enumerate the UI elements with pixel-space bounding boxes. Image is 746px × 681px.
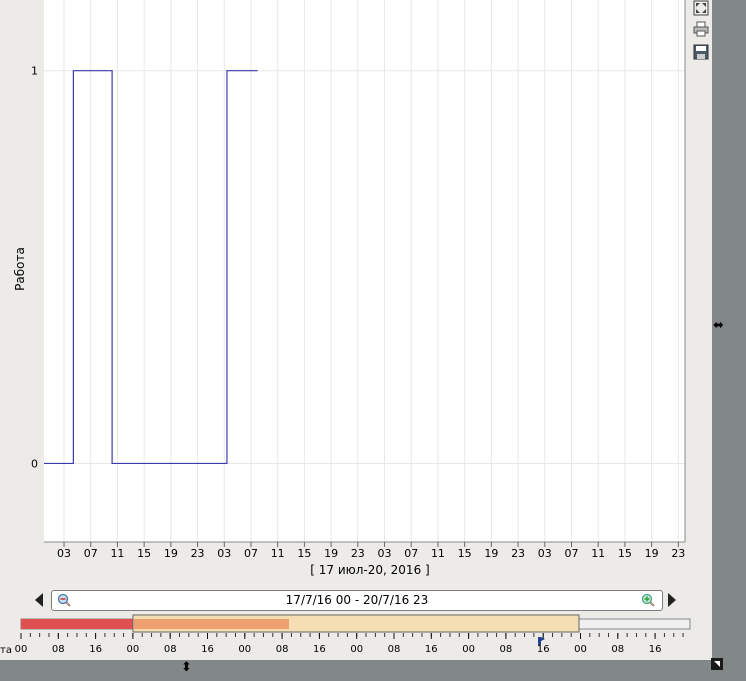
x-tick-label: 11 — [591, 547, 605, 560]
x-tick-label: 07 — [404, 547, 418, 560]
x-tick-label: 23 — [191, 547, 205, 560]
right-splitter[interactable] — [712, 0, 746, 681]
x-tick-label: 15 — [137, 547, 151, 560]
x-tick-label: 11 — [431, 547, 445, 560]
scroll-right-arrow[interactable] — [668, 593, 676, 607]
y-tick-label: 1 — [31, 65, 38, 78]
chart-svg: 0 1 03 07 11 15 19 23 03 07 11 15 19 23 03 07 11 15 19 23 03… — [31, 0, 686, 560]
x-tick-label: 03 — [378, 547, 392, 560]
timeline-tick-label: 16 — [425, 644, 438, 655]
timeline-tick-label: 00 — [15, 644, 28, 655]
timeline-tick-label: 16 — [201, 644, 214, 655]
y-tick-label: 0 — [31, 457, 38, 470]
x-tick-label: 07 — [564, 547, 578, 560]
x-tick-label: 15 — [618, 547, 632, 560]
x-tick-label: 19 — [324, 547, 338, 560]
timeline-tick-label: 16 — [537, 644, 550, 655]
timeline-tick-label: 16 — [649, 644, 662, 655]
x-tick-label: 11 — [110, 547, 124, 560]
side-label: та — [0, 645, 12, 656]
zoom-out-icon[interactable] — [57, 593, 71, 607]
timeline-tick-label: 08 — [500, 644, 513, 655]
x-tick-label: 15 — [458, 547, 472, 560]
x-tick-label: 19 — [645, 547, 659, 560]
x-tick-label: 03 — [57, 547, 71, 560]
timeline-tick-label: 08 — [52, 644, 65, 655]
x-tick-label: 03 — [538, 547, 552, 560]
x-tick-label: 03 — [217, 547, 231, 560]
x-tick-label: 23 — [511, 547, 525, 560]
range-label: 17/7/16 00 - 20/7/16 23 — [285, 593, 429, 607]
fullscreen-icon[interactable] — [693, 0, 709, 16]
print-icon[interactable] — [693, 21, 709, 37]
timeline-tick-label: 00 — [238, 644, 251, 655]
timeline-labels: 00 08 16 00 08 16 00 08 16 00 08 16 00 08 16 00 08 16 — [15, 644, 662, 655]
x-tick-label: 07 — [84, 547, 98, 560]
timeline-tick-label: 08 — [388, 644, 401, 655]
plot-area — [44, 0, 685, 542]
x-tick-label: 07 — [244, 547, 258, 560]
timeline-ticks — [20, 633, 684, 639]
timeline-tick-label: 16 — [313, 644, 326, 655]
x-tick-label: 23 — [351, 547, 365, 560]
scroll-left-arrow[interactable] — [35, 593, 43, 607]
timeline-red-segment — [21, 619, 133, 629]
save-icon[interactable] — [693, 44, 709, 60]
x-tick-label: 11 — [271, 547, 285, 560]
timeline-tick-label: 16 — [89, 644, 102, 655]
x-tick-label: 19 — [164, 547, 178, 560]
timeline-navigator[interactable]: 00 08 16 00 08 16 00 08 16 00 08 16 00 08 16 00 08 16 — [0, 610, 712, 660]
timeline-tick-label: 00 — [574, 644, 587, 655]
x-tick-label: 23 — [671, 547, 685, 560]
timeline-tick-label: 00 — [350, 644, 363, 655]
zoom-in-icon[interactable] — [641, 593, 655, 607]
timeline-tick-label: 00 — [127, 644, 140, 655]
timeline-tick-label: 08 — [611, 644, 624, 655]
vertical-resize-icon[interactable]: ⬍ — [181, 660, 192, 675]
timeline-tick-label: 08 — [276, 644, 289, 655]
timeline-tick-label: 08 — [164, 644, 177, 655]
corner-resize-icon[interactable] — [711, 658, 723, 670]
bottom-splitter[interactable] — [0, 660, 746, 681]
chart-panel: 0 1 03 07 11 15 19 23 03 07 11 15 19 23 03 07 11 15 19 23 03… — [0, 0, 686, 588]
range-field: 17/7/16 00 - 20/7/16 23 — [51, 590, 663, 611]
y-axis-label: Работа — [13, 247, 27, 291]
x-axis-caption: [ 17 июл-20, 2016 ] — [310, 563, 430, 577]
x-tick-label: 15 — [297, 547, 311, 560]
x-tick-label: 19 — [484, 547, 498, 560]
timeline-orange-segment — [134, 619, 289, 629]
timeline-tick-label: 00 — [462, 644, 475, 655]
horizontal-resize-icon[interactable]: ⬌ — [713, 318, 724, 333]
